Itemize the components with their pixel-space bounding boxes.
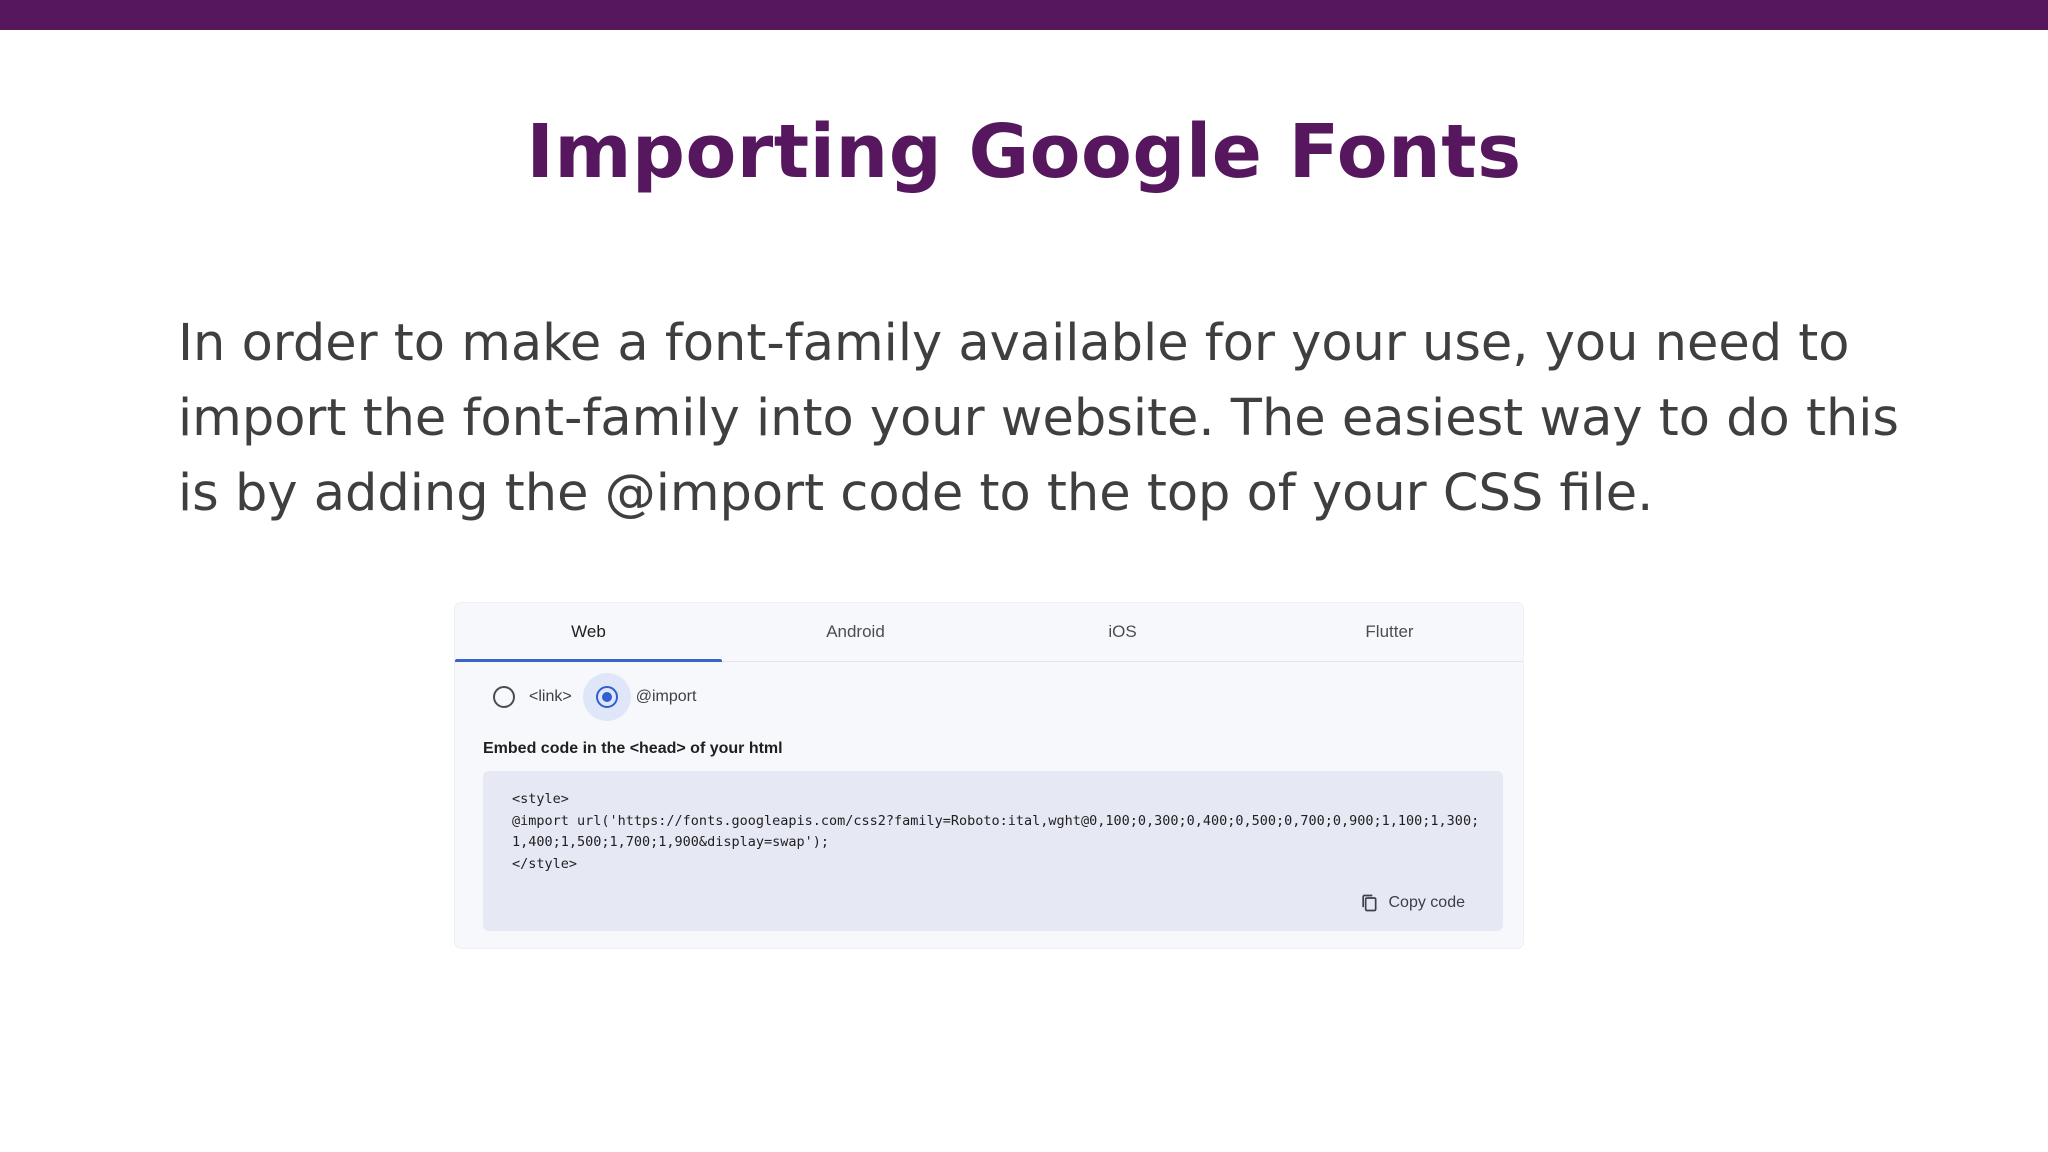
slide-title: Importing Google Fonts [526, 109, 1522, 195]
link-radio-button[interactable] [493, 686, 515, 708]
tab-ios[interactable]: iOS [989, 603, 1256, 661]
top-accent-bar [0, 0, 2048, 30]
import-radio-button[interactable] [595, 686, 618, 708]
copy-code-label: Copy code [1388, 894, 1466, 911]
import-radio-label[interactable]: @import [636, 688, 697, 706]
code-line-3: </style> [512, 855, 578, 872]
platform-tabs: Web Android iOS Flutter [455, 603, 1523, 662]
embed-instructions-label: Embed code in the <head> of your html [483, 740, 783, 757]
embed-code-box: <style> @import url('https://fonts.googl… [483, 771, 1503, 931]
tab-web[interactable]: Web [455, 603, 722, 662]
embed-method-options: <link> @import [493, 673, 707, 721]
google-fonts-embed-panel: Web Android iOS Flutter <link> @import E… [455, 603, 1523, 948]
tab-flutter[interactable]: Flutter [1256, 603, 1523, 661]
code-line-1: <style> [512, 791, 569, 807]
code-line-2: @import url('https://fonts.googleapis.co… [512, 812, 1480, 851]
copy-code-button[interactable]: Copy code [1359, 893, 1466, 913]
import-radio-focus-ring [582, 673, 631, 721]
slide: Importing Google Fonts In order to make … [0, 0, 2048, 1152]
tab-android[interactable]: Android [722, 603, 989, 661]
link-radio-label[interactable]: <link> [529, 688, 572, 706]
embed-code[interactable]: <style> @import url('https://fonts.googl… [512, 789, 1482, 875]
copy-icon [1361, 894, 1376, 912]
slide-body-text: In order to make a font-family available… [178, 314, 1900, 523]
